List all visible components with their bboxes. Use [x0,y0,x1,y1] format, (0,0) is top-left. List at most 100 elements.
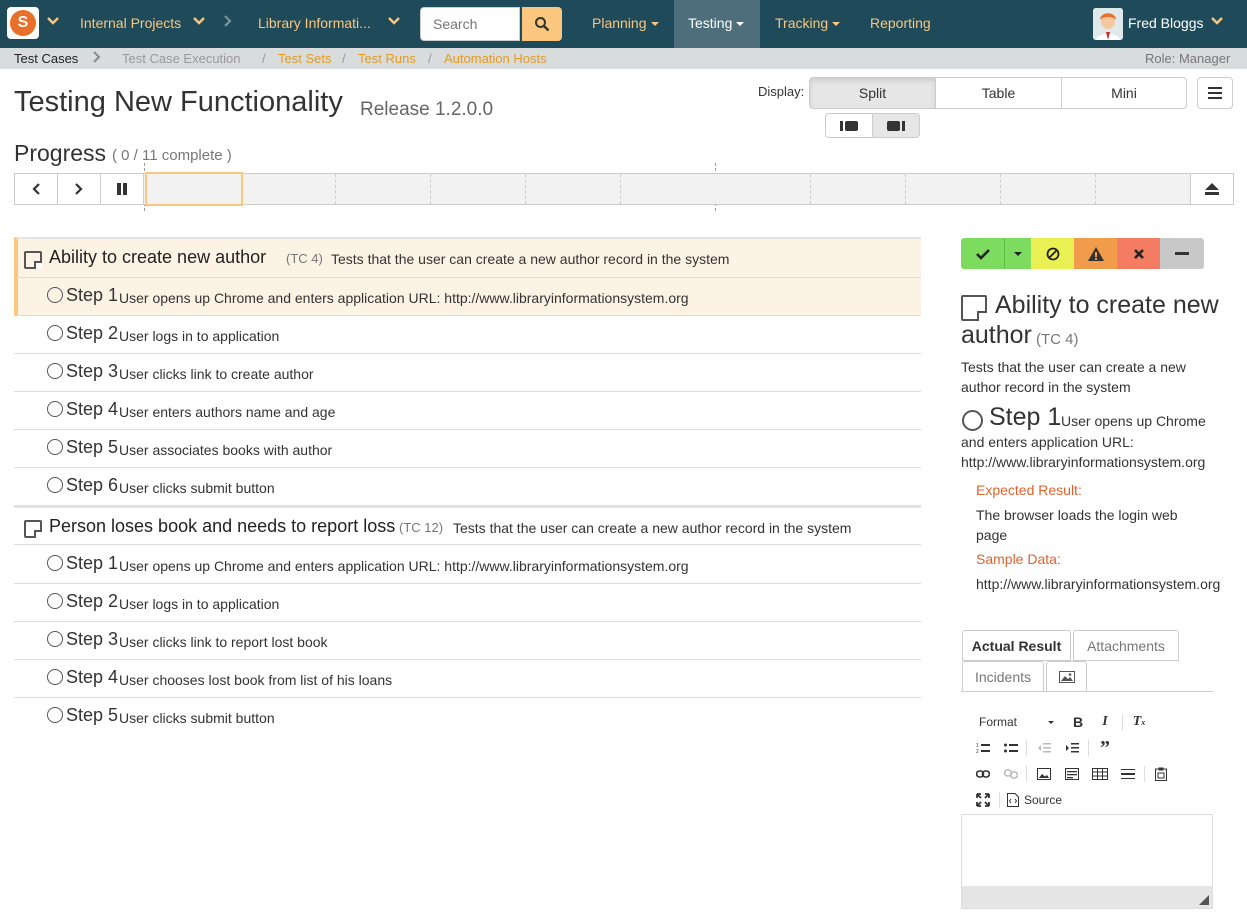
display-split-button[interactable]: Split [809,77,936,109]
caution-button[interactable] [1074,238,1117,269]
release-label[interactable]: Release 1.2.0.0 [360,99,493,121]
horizontal-rule-icon[interactable] [1119,765,1137,783]
actual-result-editor[interactable] [961,814,1213,909]
step-description: User clicks submit button [119,710,275,726]
subnav-automation-hosts[interactable]: Automation Hosts [444,51,547,66]
menu-planning-label: Planning [592,15,647,31]
source-button[interactable]: Source [1007,791,1071,809]
page-title: Testing New Functionality [14,86,343,118]
subnav-test-cases[interactable]: Test Cases [14,51,78,66]
subnav-test-runs[interactable]: Test Runs [358,51,416,66]
layout-right-button[interactable] [872,113,920,138]
display-table-button[interactable]: Table [935,77,1062,109]
eject-button[interactable] [1190,174,1233,204]
display-mini-button[interactable]: Mini [1061,77,1187,109]
bold-icon[interactable]: B [1069,713,1087,731]
test-case-row[interactable]: Person loses book and needs to report lo… [14,506,921,545]
layout-left-button[interactable] [825,113,873,138]
menu-testing[interactable]: Testing [688,15,745,31]
step-label: Step 4 [66,399,119,419]
chevron-down-icon[interactable] [192,14,206,31]
step-description: User associates books with author [119,442,333,458]
menu-planning[interactable]: Planning [592,15,659,31]
step-label: Step 4 [66,667,119,687]
format-dropdown[interactable]: Format [979,713,1029,731]
logo-mark: S [10,10,36,36]
chevron-down-icon[interactable] [387,14,401,31]
pass-button[interactable] [961,238,1004,269]
menu-tracking[interactable]: Tracking [775,15,841,31]
blocked-button[interactable] [1031,238,1074,269]
remove-format-icon[interactable]: Tx [1130,713,1148,731]
subnav-test-sets[interactable]: Test Sets [278,51,331,66]
chevron-down-icon[interactable] [46,14,60,31]
step-row[interactable]: Step 3 User clicks link to report lost b… [14,622,921,660]
avatar[interactable] [1093,8,1123,40]
fail-button[interactable] [1117,238,1160,269]
previous-button[interactable] [15,174,58,204]
next-button[interactable] [58,174,101,204]
search-icon [535,17,550,32]
not-applicable-button[interactable] [1160,238,1204,269]
spira-logo[interactable]: S [7,7,39,39]
product-selector[interactable]: Library Informati... [258,15,371,31]
numbered-list-icon[interactable]: 12 [974,739,992,757]
pause-button[interactable] [101,174,144,204]
chevron-right-icon [75,183,83,195]
test-case-id: (TC 12) [399,520,444,535]
step-row[interactable]: Step 6 User clicks submit button [14,468,921,506]
bullet-list-icon[interactable] [1002,739,1020,757]
maximize-icon[interactable] [974,791,992,809]
step-status-circle [47,555,63,571]
tab-actual-result[interactable]: Actual Result [962,630,1071,661]
italic-icon[interactable]: I [1096,713,1114,731]
menu-reporting[interactable]: Reporting [870,15,931,31]
step-status-circle [47,593,63,609]
search-input[interactable] [420,7,520,41]
indent-icon[interactable] [1063,739,1081,757]
step-row[interactable]: Step 4 User chooses lost book from list … [14,660,921,698]
step-description: User logs in to application [119,596,280,612]
test-case-row[interactable]: Ability to create new author (TC 4) Test… [14,237,921,278]
source-icon [1007,793,1019,807]
step-status-circle [47,669,63,685]
blockquote-icon[interactable]: ” [1096,737,1114,759]
progress-segment-divider [620,174,621,204]
insert-image-icon[interactable] [1035,765,1053,783]
progress-segment-current[interactable] [145,172,243,206]
step-row[interactable]: Step 1 User opens up Chrome and enters a… [14,278,921,316]
detail-title-cont: author [961,321,1032,349]
pass-dropdown-button[interactable] [1004,238,1031,269]
step-row[interactable]: Step 1 User opens up Chrome and enters a… [14,546,921,584]
user-name[interactable]: Fred Bloggs [1128,15,1203,31]
step-row[interactable]: Step 3 User clicks link to create author [14,354,921,392]
step-row[interactable]: Step 5 User associates books with author [14,430,921,468]
step-row[interactable]: Step 2 User logs in to application [14,584,921,622]
search-button[interactable] [522,7,562,41]
tab-incidents[interactable]: Incidents [962,661,1044,692]
link-icon[interactable] [974,765,992,783]
toolbar-separator [1026,740,1027,756]
step-row[interactable]: Step 2 User logs in to application [14,316,921,354]
step-row[interactable]: Step 5 User clicks submit button [14,698,921,736]
chevron-right-icon [92,50,102,67]
hamburger-menu-button[interactable] [1197,77,1233,109]
chevron-right-icon [222,14,234,31]
project-selector[interactable]: Internal Projects [80,15,181,31]
tab-underline [961,691,1213,692]
table-icon[interactable] [1091,765,1109,783]
insert-code-icon[interactable] [1063,765,1081,783]
menu-tracking-label: Tracking [775,15,829,31]
step-row[interactable]: Step 4 User enters authors name and age [14,392,921,430]
svg-text:2: 2 [976,749,979,754]
progress-complete-link[interactable]: 11 complete [142,147,223,164]
chevron-down-icon[interactable] [1210,14,1224,31]
progress-open: ( 0 / [112,147,143,164]
paste-icon[interactable] [1152,765,1170,783]
tab-screenshot[interactable] [1046,661,1087,692]
format-dropdown-caret-icon[interactable] [1042,713,1060,731]
tab-attachments[interactable]: Attachments [1073,630,1179,661]
toolbar-separator [1144,766,1145,782]
resize-handle-icon[interactable] [1199,895,1209,905]
test-case-icon [961,295,987,321]
